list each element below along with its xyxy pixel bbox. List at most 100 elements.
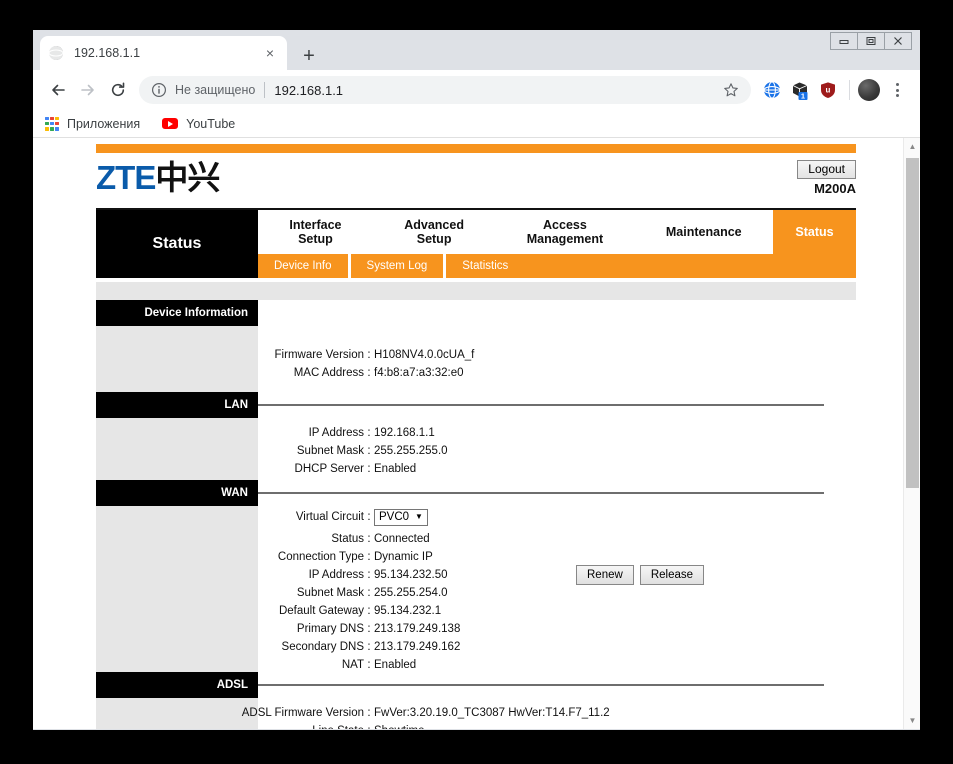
row-virtual-circuit: Virtual Circuit : PVC0 ▼	[96, 508, 856, 526]
kebab-menu-icon[interactable]	[884, 77, 910, 103]
tab-line1: Access	[543, 218, 587, 232]
new-tab-button[interactable]: +	[295, 42, 323, 70]
row-dhcp-server: DHCP Server : Enabled	[96, 460, 856, 478]
tab-interface-setup[interactable]: Interface Setup	[258, 210, 373, 254]
page-viewport: ZTE中兴 Logout M200A Status Interface Setup	[33, 138, 920, 729]
content-top-band	[96, 282, 856, 300]
row-value: Enabled	[374, 463, 417, 475]
row-colon: :	[367, 605, 371, 617]
section-rule	[258, 492, 824, 494]
avatar[interactable]	[858, 79, 880, 101]
bookmark-youtube[interactable]: YouTube	[162, 117, 235, 131]
svg-text:1: 1	[801, 92, 805, 101]
subtab-device-info[interactable]: Device Info	[258, 254, 348, 278]
svg-text:u: u	[826, 86, 831, 95]
orange-top-bar	[96, 144, 856, 153]
security-status-text: Не защищено	[175, 83, 256, 97]
row-colon: :	[367, 707, 371, 719]
bookmark-label: YouTube	[186, 116, 236, 131]
model-label: M200A	[814, 181, 856, 196]
section-header-device-information: Device Information	[96, 300, 258, 326]
wan-action-buttons: Renew Release	[576, 565, 705, 585]
virtual-circuit-select[interactable]: PVC0 ▼	[374, 508, 428, 526]
tab-access-management[interactable]: Access Management	[495, 210, 635, 254]
release-button[interactable]: Release	[639, 565, 705, 585]
tab-maintenance[interactable]: Maintenance	[634, 210, 773, 254]
browser-window: 192.168.1.1 × + Не защищено 192.168.1.1 …	[33, 30, 920, 730]
row-value: Showtime	[374, 725, 425, 729]
scroll-up-icon[interactable]: ▲	[904, 138, 920, 155]
page-scrollbar[interactable]: ▲ ▼	[903, 138, 920, 729]
row-label: DHCP Server	[294, 463, 364, 475]
chevron-down-icon: ▼	[415, 512, 423, 521]
forward-button[interactable]	[73, 75, 103, 105]
row-colon: :	[367, 367, 371, 379]
browser-toolbar: Не защищено 192.168.1.1 1 u	[33, 70, 920, 110]
logout-button[interactable]: Logout	[797, 160, 856, 179]
scrollbar-thumb[interactable]	[906, 158, 919, 488]
bookmark-apps[interactable]: Приложения	[45, 116, 140, 131]
address-bar-url: 192.168.1.1	[274, 82, 344, 98]
shield-extension-icon[interactable]: u	[815, 77, 841, 103]
row-value: 213.179.249.138	[374, 623, 461, 635]
row-colon: :	[367, 587, 371, 599]
youtube-icon	[162, 118, 179, 129]
address-bar[interactable]: Не защищено 192.168.1.1	[139, 76, 751, 104]
row-value: H108NV4.0.0cUA_f	[374, 349, 475, 361]
row-value: 213.179.249.162	[374, 641, 461, 653]
info-circle-icon[interactable]	[151, 82, 167, 98]
close-icon[interactable]: ×	[261, 44, 279, 62]
router-page: ZTE中兴 Logout M200A Status Interface Setup	[33, 138, 903, 729]
back-button[interactable]	[43, 75, 73, 105]
main-tabs: Interface Setup Advanced Setup Access Manag…	[258, 210, 856, 254]
subtab-system-log[interactable]: System Log	[351, 254, 444, 278]
tab-line1: Status	[795, 225, 834, 239]
section-header-wan: WAN	[96, 480, 258, 506]
tab-line2: Setup	[298, 232, 333, 246]
row-label: Primary DNS	[296, 623, 364, 635]
select-value: PVC0	[379, 510, 410, 523]
row-value: 95.134.232.1	[374, 605, 442, 617]
minimize-icon[interactable]	[830, 32, 858, 50]
maximize-icon[interactable]	[857, 32, 885, 50]
tab-status[interactable]: Status	[772, 210, 856, 254]
row-value: 95.134.232.50	[374, 569, 448, 581]
tab-strip: 192.168.1.1 × +	[33, 30, 920, 70]
tab-advanced-setup[interactable]: Advanced Setup	[372, 210, 496, 254]
row-mac-address: MAC Address : f4:b8:a7:a3:32:e0	[96, 364, 856, 382]
sub-tabs: Device Info System Log Statistics	[258, 254, 856, 278]
tab-line1: Maintenance	[665, 225, 742, 239]
row-value: 255.255.255.0	[374, 445, 448, 457]
row-label: Connection Type	[277, 551, 364, 563]
box-extension-icon[interactable]: 1	[787, 77, 813, 103]
globe-extension-icon[interactable]	[759, 77, 785, 103]
row-primary-dns: Primary DNS : 213.179.249.138	[96, 620, 856, 638]
tab-line1: Interface	[289, 218, 342, 232]
row-wan-status: Status : Connected	[96, 530, 856, 548]
router-header: ZTE中兴 Logout M200A	[96, 158, 856, 204]
row-default-gateway: Default Gateway : 95.134.232.1	[96, 602, 856, 620]
row-label: Firmware Version	[274, 349, 364, 361]
browser-tab[interactable]: 192.168.1.1 ×	[40, 36, 287, 70]
row-colon: :	[367, 445, 371, 457]
row-colon: :	[367, 349, 371, 361]
subtab-statistics[interactable]: Statistics	[446, 254, 524, 278]
window-controls	[830, 32, 912, 50]
row-label: Line State	[96, 725, 364, 729]
close-icon[interactable]	[884, 32, 912, 50]
scroll-down-icon[interactable]: ▼	[904, 712, 920, 729]
row-label: Subnet Mask	[296, 587, 364, 599]
nav-brand: Status	[96, 210, 258, 278]
bookmarks-bar: Приложения YouTube	[33, 110, 920, 138]
section-header-adsl: ADSL	[96, 672, 258, 698]
row-label: Subnet Mask	[296, 445, 364, 457]
row-colon: :	[367, 569, 371, 581]
star-icon[interactable]	[717, 76, 745, 104]
tab-title: 192.168.1.1	[74, 46, 141, 60]
toolbar-divider	[849, 80, 850, 100]
reload-button[interactable]	[103, 75, 133, 105]
row-label: Status	[331, 533, 364, 545]
renew-button[interactable]: Renew	[576, 565, 634, 585]
section-rule	[258, 404, 824, 406]
logo-cjk: 中兴	[155, 159, 220, 196]
